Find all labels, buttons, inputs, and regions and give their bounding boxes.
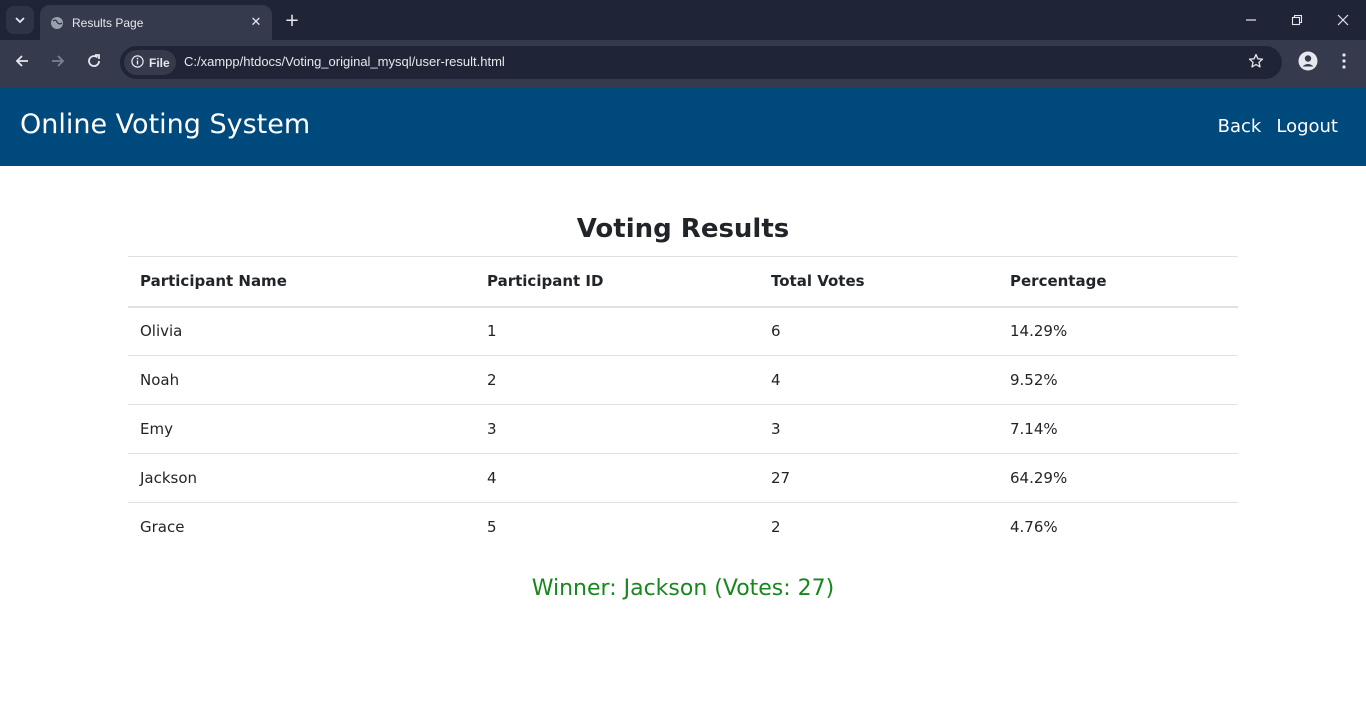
- back-link[interactable]: Back: [1218, 116, 1262, 137]
- table-row: Noah 2 4 9.52%: [128, 355, 1238, 405]
- table-row: Grace 5 2 4.76%: [128, 503, 1238, 552]
- results-table: Participant Name Participant ID Total Vo…: [128, 256, 1238, 552]
- info-icon: [131, 53, 144, 72]
- tab-search-button[interactable]: [6, 6, 34, 34]
- column-header-id: Participant ID: [475, 256, 759, 308]
- site-navbar: Online Voting System Back Logout: [0, 87, 1366, 166]
- reload-icon: [86, 53, 102, 73]
- browser-tab-active[interactable]: Results Page ✕: [40, 5, 272, 40]
- person-icon: [1298, 51, 1318, 75]
- minimize-icon: [1245, 11, 1257, 30]
- site-brand[interactable]: Online Voting System: [20, 109, 310, 140]
- percentage-cell: 7.14%: [998, 404, 1238, 454]
- percentage-cell: 9.52%: [998, 355, 1238, 405]
- profile-button[interactable]: [1296, 51, 1320, 75]
- reload-button[interactable]: [79, 48, 109, 78]
- total-votes-cell: 2: [771, 518, 781, 537]
- participant-name-cell: Grace: [140, 518, 185, 537]
- close-window-button[interactable]: [1320, 0, 1366, 40]
- column-header-name: Participant Name: [128, 256, 475, 308]
- table-header-row: Participant Name Participant ID Total Vo…: [128, 256, 1238, 308]
- close-icon: [1337, 11, 1349, 30]
- site-info-chip[interactable]: File: [124, 50, 176, 75]
- forward-nav-button[interactable]: [43, 48, 73, 78]
- participant-id-cell: 2: [475, 355, 759, 405]
- participant-name-cell: Jackson: [128, 453, 475, 503]
- arrow-left-icon: [14, 53, 30, 73]
- tab-close-button[interactable]: ✕: [246, 13, 266, 33]
- tab-title: Results Page: [72, 15, 144, 30]
- new-tab-button[interactable]: +: [280, 8, 304, 32]
- url-text[interactable]: C:/xampp/htdocs/Voting_original_mysql/us…: [184, 54, 505, 69]
- chevron-down-icon: [14, 11, 26, 30]
- participant-id-cell: 3: [475, 404, 759, 454]
- minimize-button[interactable]: [1228, 0, 1274, 40]
- participant-name-cell: Noah: [128, 355, 475, 405]
- globe-icon: [50, 16, 64, 30]
- logout-link[interactable]: Logout: [1276, 116, 1338, 137]
- total-votes-cell: 3: [759, 404, 998, 454]
- navbar-links: Back Logout: [1218, 116, 1338, 137]
- page-title: Voting Results: [576, 214, 790, 244]
- participant-name-cell: Olivia: [128, 306, 475, 356]
- column-header-percentage: Percentage: [998, 256, 1238, 308]
- back-nav-button[interactable]: [7, 48, 37, 78]
- site-chip-label: File: [149, 55, 170, 70]
- table-row: Emy 3 3 7.14%: [128, 404, 1238, 454]
- arrow-right-icon: [50, 53, 66, 73]
- participant-id-cell: 1: [475, 306, 759, 356]
- table-row: Olivia 1 6 14.29%: [128, 306, 1238, 356]
- total-votes-cell: 4: [759, 355, 998, 405]
- restore-button[interactable]: [1274, 0, 1320, 40]
- bookmark-button[interactable]: [1244, 51, 1268, 75]
- address-bar[interactable]: File C:/xampp/htdocs/Voting_original_mys…: [120, 46, 1282, 79]
- participant-id-cell: 4: [475, 453, 759, 503]
- total-votes-cell: 27: [759, 453, 998, 503]
- percentage-cell: 14.29%: [998, 306, 1238, 356]
- more-vertical-icon: [1342, 53, 1346, 73]
- browser-menu-button[interactable]: [1334, 51, 1354, 75]
- total-votes-cell: 6: [759, 306, 998, 356]
- table-row: Jackson 4 27 64.29%: [128, 453, 1238, 503]
- percentage-cell: 64.29%: [998, 453, 1238, 503]
- browser-toolbar: File C:/xampp/htdocs/Voting_original_mys…: [0, 40, 1366, 87]
- participant-name-cell: Emy: [128, 404, 475, 454]
- browser-tab-strip: Results Page ✕ +: [0, 0, 1366, 40]
- restore-icon: [1291, 11, 1303, 30]
- column-header-votes: Total Votes: [759, 256, 998, 308]
- participant-id-cell: 5: [487, 518, 497, 537]
- star-icon: [1248, 53, 1264, 73]
- percentage-cell: 4.76%: [1010, 518, 1058, 537]
- winner-announcement: Winner: Jackson (Votes: 27): [531, 576, 835, 601]
